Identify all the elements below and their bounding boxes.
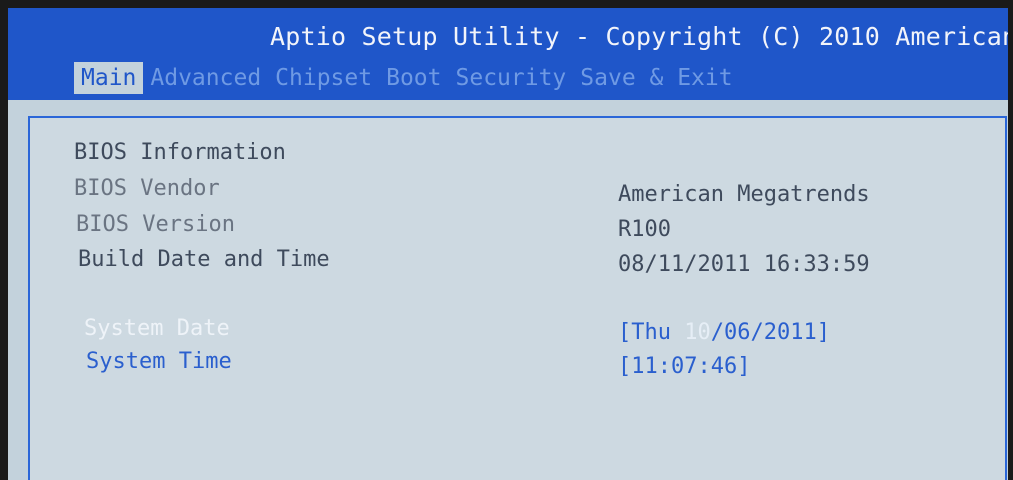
build-date-label: Build Date and Time xyxy=(78,247,330,272)
system-time-value[interactable]: [11:07:46] xyxy=(618,354,750,379)
tab-chipset[interactable]: Chipset xyxy=(268,62,379,94)
header-bar: Aptio Setup Utility - Copyright (C) 2010… xyxy=(8,8,1008,100)
tab-save-exit[interactable]: Save & Exit xyxy=(573,62,739,94)
main-panel: BIOS Information BIOS Vendor American Me… xyxy=(28,116,1007,480)
bios-version-label: BIOS Version xyxy=(76,212,235,237)
build-date-value: 08/11/2011 16:33:59 xyxy=(618,252,870,277)
bios-vendor-value: American Megatrends xyxy=(618,182,870,207)
system-date-label[interactable]: System Date xyxy=(84,316,230,341)
section-heading: BIOS Information xyxy=(74,140,286,165)
bios-version-value: R100 xyxy=(618,217,671,242)
system-time-label[interactable]: System Time xyxy=(86,349,232,374)
utility-title: Aptio Setup Utility - Copyright (C) 2010… xyxy=(270,22,1008,51)
tab-security[interactable]: Security xyxy=(449,62,574,94)
bios-screen: Aptio Setup Utility - Copyright (C) 2010… xyxy=(8,8,1008,480)
system-date-value[interactable]: [Thu 10/06/2011] xyxy=(618,320,830,345)
tab-advanced[interactable]: Advanced xyxy=(143,62,268,94)
bios-vendor-label: BIOS Vendor xyxy=(74,176,220,201)
tab-boot[interactable]: Boot xyxy=(379,62,448,94)
system-date-prefix: [Thu xyxy=(618,320,685,345)
system-date-selected-field[interactable]: 10 xyxy=(684,320,711,345)
system-date-suffix: /06/2011] xyxy=(710,320,830,345)
tab-main[interactable]: Main xyxy=(74,62,144,94)
tab-bar: Main Advanced Chipset Boot Security Save… xyxy=(74,62,740,94)
